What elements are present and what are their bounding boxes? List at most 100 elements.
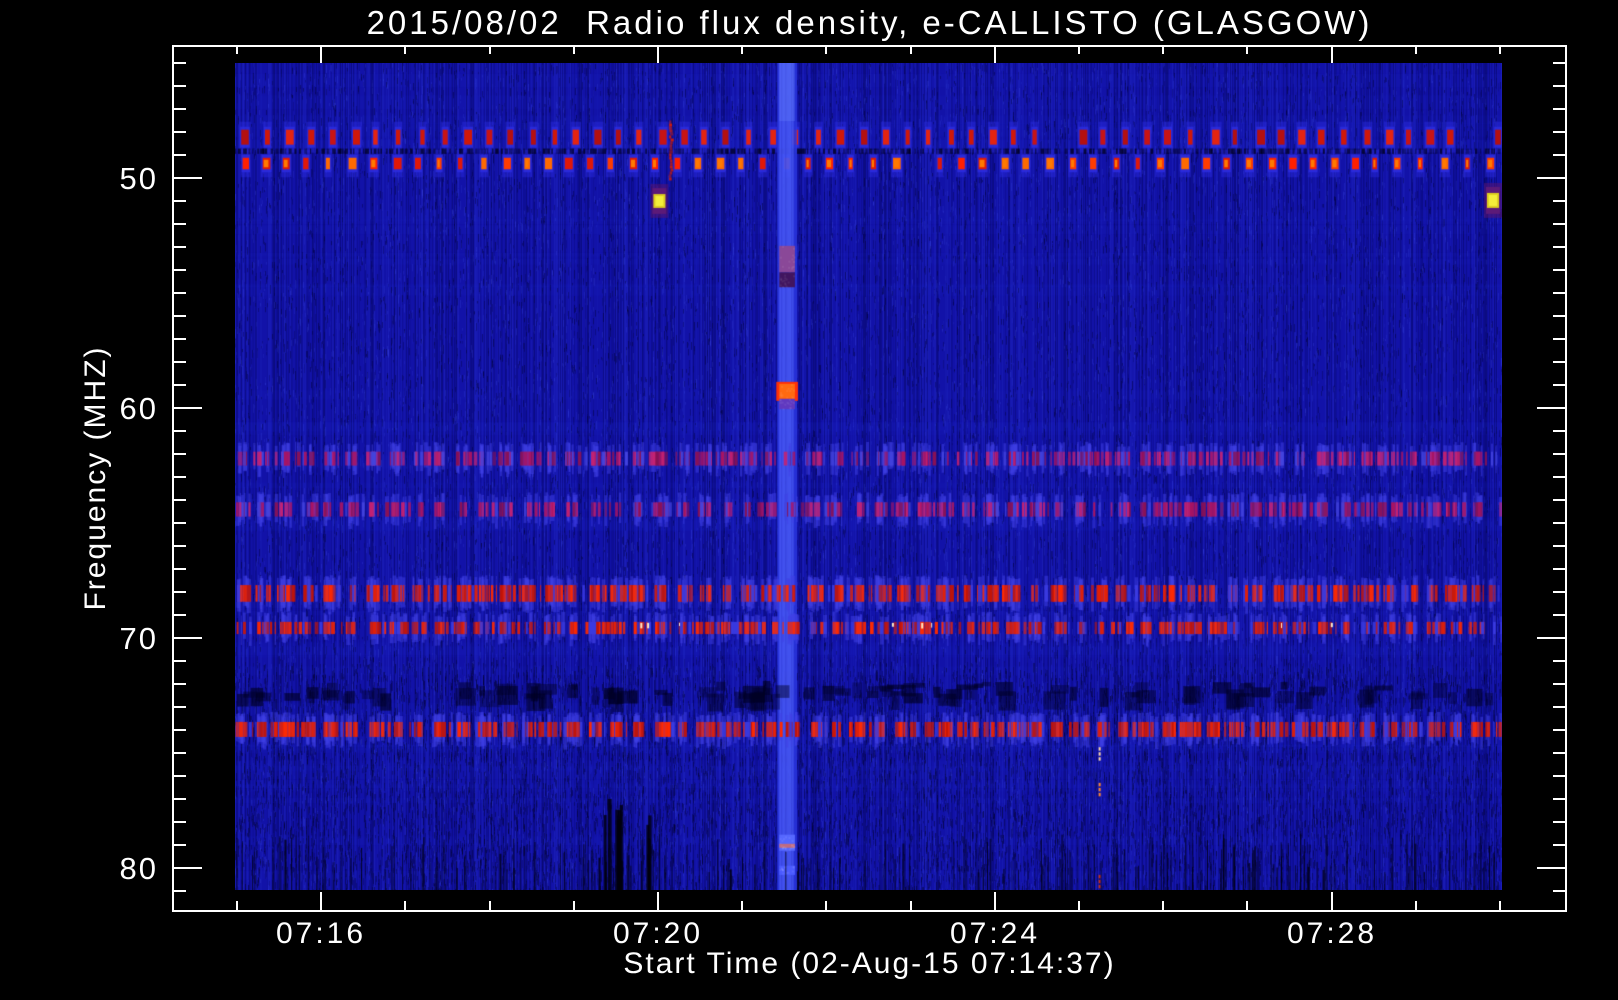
y-axis-tick bbox=[174, 154, 186, 156]
y-axis-tick-right bbox=[1553, 62, 1565, 64]
y-axis-tick bbox=[174, 407, 202, 409]
y-axis-tick bbox=[174, 361, 186, 363]
y-axis-tick bbox=[174, 775, 186, 777]
x-axis-title: Start Time (02-Aug-15 07:14:37) bbox=[623, 947, 1116, 980]
x-axis-tick bbox=[910, 901, 912, 910]
y-axis-tick bbox=[174, 706, 186, 708]
x-axis-tick-top bbox=[489, 45, 491, 54]
y-axis-tick bbox=[174, 545, 186, 547]
y-axis-tick bbox=[174, 568, 186, 570]
x-tick-label: 07:28 bbox=[1286, 917, 1378, 950]
x-axis-tick-top bbox=[994, 45, 996, 63]
y-axis-tick bbox=[174, 200, 186, 202]
y-axis-tick-right bbox=[1553, 844, 1565, 846]
x-axis-tick bbox=[489, 901, 491, 910]
x-axis-tick bbox=[741, 901, 743, 910]
y-axis-tick-right bbox=[1553, 752, 1565, 754]
y-axis-tick-right bbox=[1553, 476, 1565, 478]
y-axis-tick-right bbox=[1553, 660, 1565, 662]
y-axis-tick bbox=[174, 62, 186, 64]
x-axis-tick bbox=[1246, 901, 1248, 910]
x-axis-tick-top bbox=[1078, 45, 1080, 54]
y-axis-tick-right bbox=[1553, 591, 1565, 593]
x-axis-tick bbox=[320, 892, 322, 910]
x-axis-tick bbox=[657, 892, 659, 910]
y-axis-tick-right bbox=[1553, 821, 1565, 823]
x-axis-tick bbox=[236, 901, 238, 910]
x-axis-tick bbox=[825, 901, 827, 910]
y-axis-tick bbox=[174, 453, 186, 455]
y-axis-tick bbox=[174, 476, 186, 478]
x-axis-tick-top bbox=[825, 45, 827, 54]
x-axis-tick-top bbox=[910, 45, 912, 54]
y-axis-tick bbox=[174, 821, 186, 823]
y-axis-tick bbox=[174, 752, 186, 754]
x-axis-tick bbox=[1162, 901, 1164, 910]
y-axis-tick-right bbox=[1553, 108, 1565, 110]
y-axis-tick bbox=[174, 683, 186, 685]
y-axis-tick-right bbox=[1537, 177, 1565, 179]
x-axis-tick-top bbox=[1246, 45, 1248, 54]
y-axis-tick-right bbox=[1553, 131, 1565, 133]
y-tick-label: 60 bbox=[119, 391, 158, 426]
y-axis-title: Frequency (MHZ) bbox=[79, 345, 112, 611]
y-axis-tick-right bbox=[1537, 407, 1565, 409]
y-axis-tick bbox=[174, 798, 186, 800]
x-axis-tick-top bbox=[404, 45, 406, 54]
x-axis-tick-top bbox=[320, 45, 322, 63]
x-tick-label: 07:20 bbox=[612, 917, 704, 950]
y-axis-tick-right bbox=[1537, 637, 1565, 639]
y-axis-tick-right bbox=[1553, 223, 1565, 225]
x-axis-tick bbox=[1499, 901, 1501, 910]
x-axis-tick-top bbox=[1331, 45, 1333, 63]
y-axis-tick-right bbox=[1553, 269, 1565, 271]
y-axis-tick-right bbox=[1553, 499, 1565, 501]
y-axis-tick-right bbox=[1553, 775, 1565, 777]
y-axis-tick-right bbox=[1553, 798, 1565, 800]
y-axis-tick-right bbox=[1553, 614, 1565, 616]
y-tick-label: 50 bbox=[119, 161, 158, 196]
y-axis-tick-right bbox=[1553, 729, 1565, 731]
y-axis-tick bbox=[174, 223, 186, 225]
x-axis-tick-top bbox=[657, 45, 659, 63]
y-axis-tick-right bbox=[1553, 545, 1565, 547]
x-axis-tick-top bbox=[1415, 45, 1417, 54]
x-axis-tick-top bbox=[236, 45, 238, 54]
x-axis-tick-top bbox=[1499, 45, 1501, 54]
x-axis-tick-top bbox=[573, 45, 575, 54]
y-axis-tick-right bbox=[1537, 867, 1565, 869]
y-axis-tick bbox=[174, 522, 186, 524]
spectrogram-page: { "chart_data": { "type": "heatmap", "ti… bbox=[0, 0, 1618, 1000]
plot-title: 2015/08/02 Radio flux density, e-CALLIST… bbox=[366, 4, 1373, 41]
x-axis-tick bbox=[1331, 892, 1333, 910]
y-axis-tick bbox=[174, 177, 202, 179]
x-axis-tick bbox=[1415, 901, 1417, 910]
y-tick-label: 70 bbox=[119, 621, 158, 656]
y-axis-tick-right bbox=[1553, 85, 1565, 87]
y-axis-tick bbox=[174, 269, 186, 271]
y-axis-tick bbox=[174, 499, 186, 501]
y-axis-tick-right bbox=[1553, 246, 1565, 248]
y-axis-tick-right bbox=[1553, 315, 1565, 317]
y-axis-tick bbox=[174, 292, 186, 294]
x-axis-tick bbox=[573, 901, 575, 910]
y-axis-tick-right bbox=[1553, 522, 1565, 524]
x-axis-tick bbox=[994, 892, 996, 910]
y-axis-tick bbox=[174, 867, 202, 869]
y-axis-tick bbox=[174, 85, 186, 87]
y-axis-tick-right bbox=[1553, 292, 1565, 294]
y-axis-tick-right bbox=[1553, 338, 1565, 340]
y-axis-tick-right bbox=[1553, 706, 1565, 708]
y-axis-tick bbox=[174, 890, 186, 892]
y-axis-tick bbox=[174, 108, 186, 110]
y-axis-tick bbox=[174, 614, 186, 616]
y-axis-tick bbox=[174, 131, 186, 133]
y-axis-tick-right bbox=[1553, 890, 1565, 892]
y-axis-tick-right bbox=[1553, 384, 1565, 386]
y-axis-tick bbox=[174, 729, 186, 731]
y-axis-tick-right bbox=[1553, 200, 1565, 202]
y-axis-tick bbox=[174, 384, 186, 386]
y-axis-tick bbox=[174, 637, 202, 639]
y-axis-tick bbox=[174, 660, 186, 662]
y-axis-tick-right bbox=[1553, 361, 1565, 363]
